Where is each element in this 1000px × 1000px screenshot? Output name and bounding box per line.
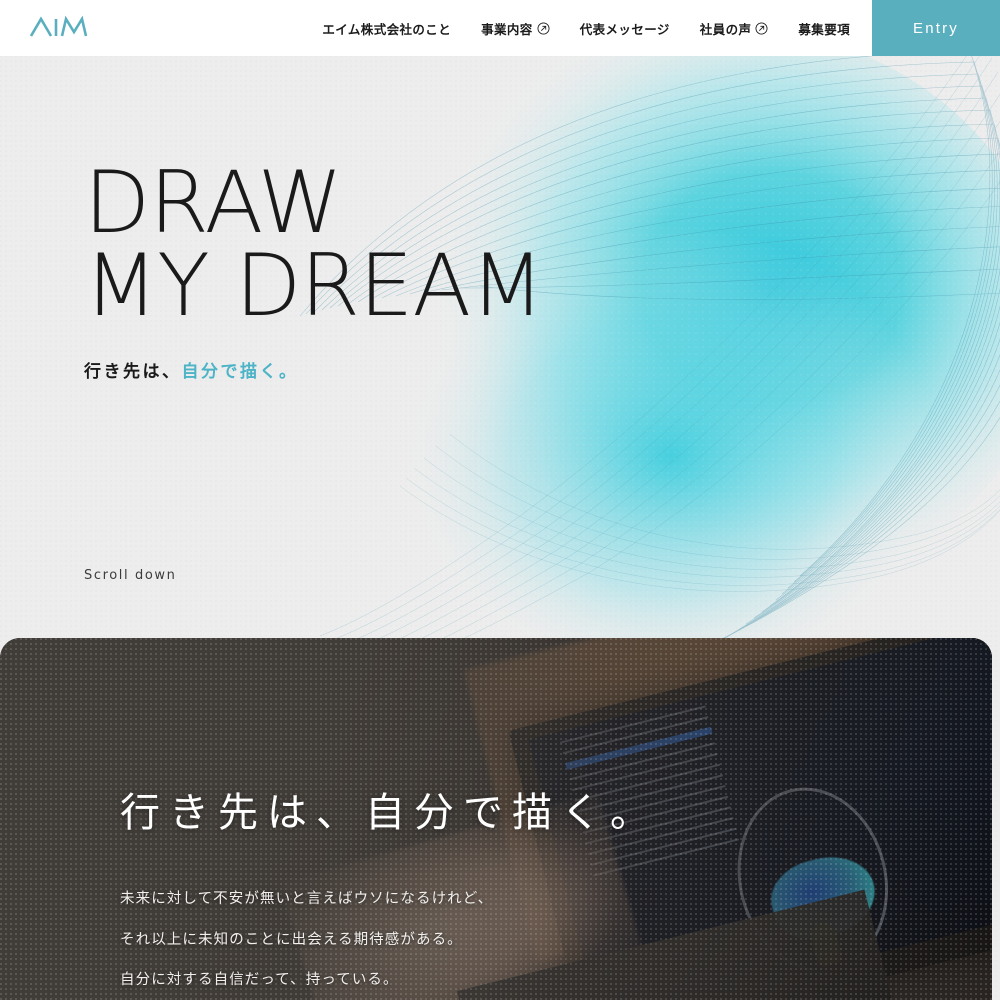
hero-subtitle-accent: 自分で描く。 xyxy=(181,361,299,381)
hero-copy: DRAW MY DREAM 行き先は、自分で描く。 xyxy=(84,153,544,382)
main-navigation: エイム株式会社のこと 事業内容 代表メッセージ 社員の声 募集要項 xyxy=(322,0,872,56)
story-section: 行き先は、自分で描く。 未来に対して不安が無いと言えばウソになるけれど、 それ以… xyxy=(0,638,992,1000)
hero-subtitle-dark: 行き先は、 xyxy=(84,361,182,381)
nav-item-business-label: 事業内容 xyxy=(481,22,533,37)
nav-item-business[interactable]: 事業内容 xyxy=(481,19,550,38)
story-paragraph-line: それ以上に未知のことに出会える期待感がある。 xyxy=(120,931,463,948)
nav-item-recruitment-label: 募集要項 xyxy=(798,22,850,37)
aim-logo-icon[interactable] xyxy=(30,13,90,43)
story-paragraph-line: 未来に対して不安が無いと言えばウソになるけれど、 xyxy=(120,891,494,907)
nav-item-recruitment[interactable]: 募集要項 xyxy=(798,19,850,38)
external-link-icon xyxy=(537,22,550,35)
nav-item-about[interactable]: エイム株式会社のこと xyxy=(322,19,451,38)
nav-item-about-label: エイム株式会社のこと xyxy=(322,22,452,37)
hero-section: DRAW MY DREAM 行き先は、自分で描く。 Scroll down xyxy=(0,56,1000,638)
site-header: エイム株式会社のこと 事業内容 代表メッセージ 社員の声 募集要項 Entry xyxy=(0,0,1000,56)
external-link-icon xyxy=(755,22,768,35)
hero-subtitle: 行き先は、自分で描く。 xyxy=(84,357,543,382)
entry-button[interactable]: Entry xyxy=(872,0,1000,56)
nav-item-employee-voices[interactable]: 社員の声 xyxy=(700,19,769,38)
nav-item-ceo-message-label: 代表メッセージ xyxy=(579,22,670,37)
story-body: 未来に対して不安が無いと言えばウソになるけれど、 それ以上に未知のことに出会える… xyxy=(120,892,659,1000)
nav-item-employee-voices-label: 社員の声 xyxy=(699,22,752,37)
story-paragraph-line: 自分に対する自信だって、持っている。 xyxy=(120,972,399,988)
nav-item-ceo-message[interactable]: 代表メッセージ xyxy=(580,19,670,38)
story-title: 行き先は、自分で描く。 xyxy=(120,791,659,835)
story-copy: 行き先は、自分で描く。 未来に対して不安が無いと言えばウソになるけれど、 それ以… xyxy=(120,780,659,1000)
hero-title: DRAW MY DREAM xyxy=(84,153,544,337)
scroll-down-label[interactable]: Scroll down xyxy=(84,568,176,583)
